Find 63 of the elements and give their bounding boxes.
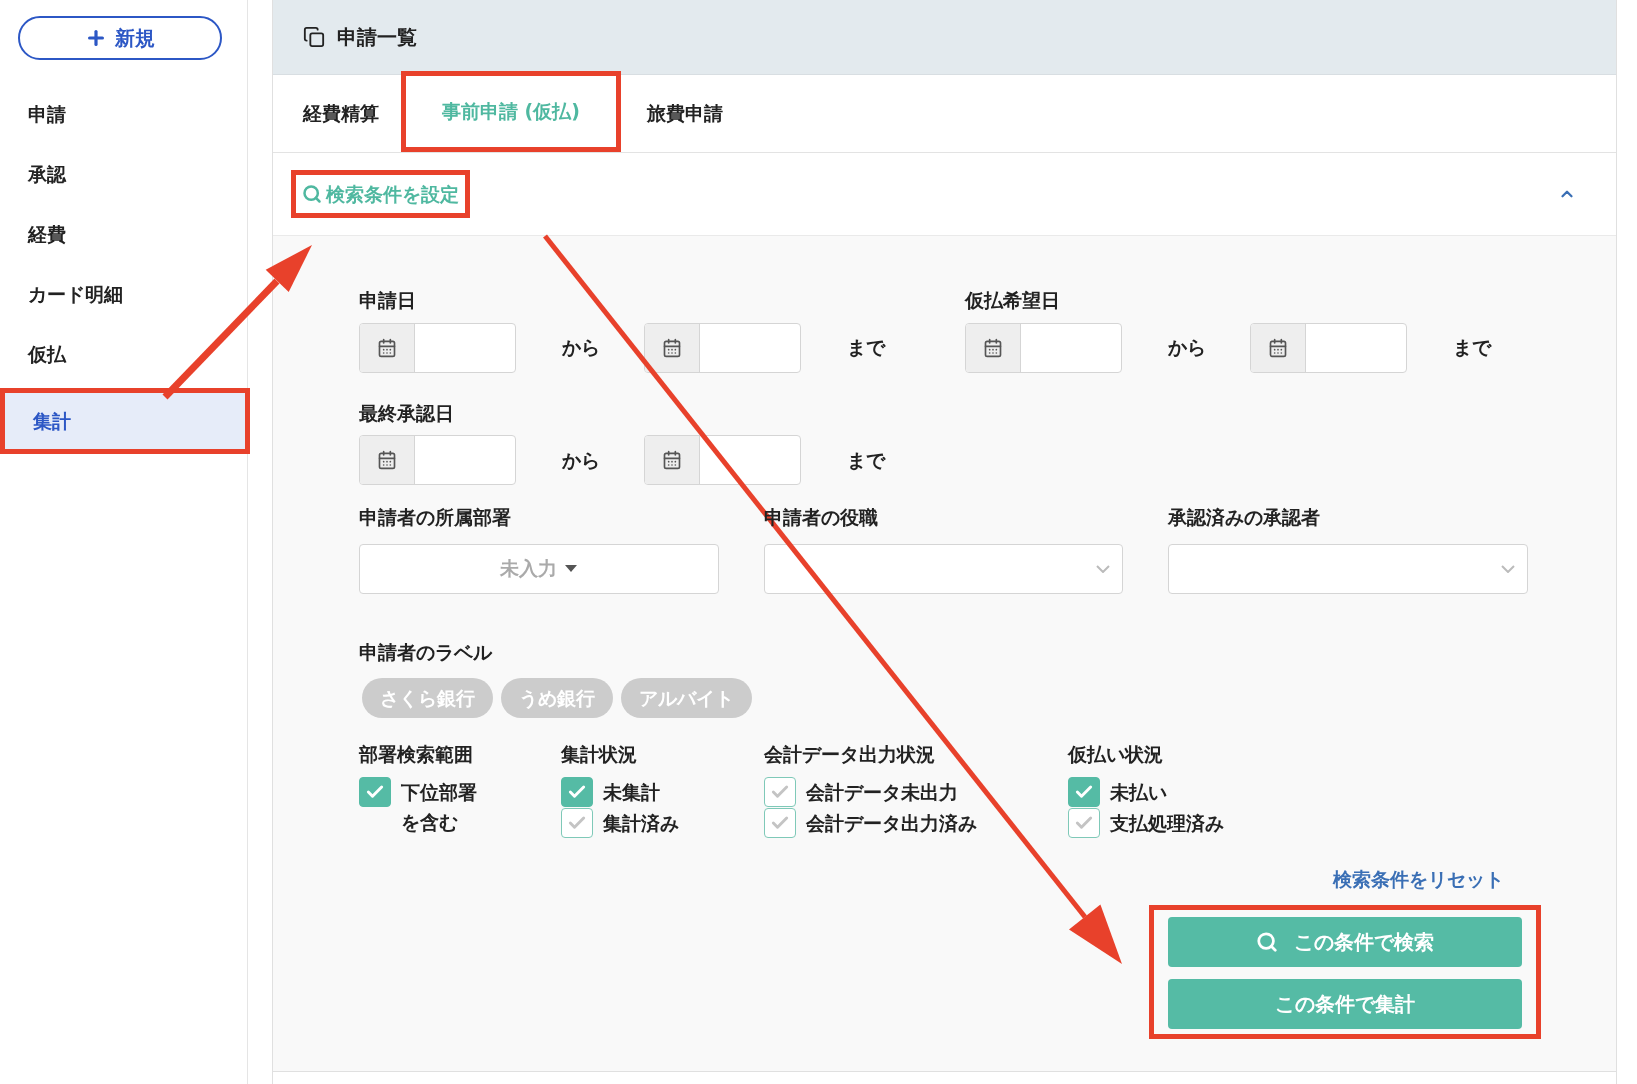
checkbox-label: 会計データ出力済み [806,810,977,836]
group-title: 部署検索範囲 [359,742,473,767]
date-input[interactable] [359,322,516,373]
calendar-icon [377,337,397,358]
reset-link[interactable]: 検索条件をリセット [1333,864,1504,893]
tab[interactable]: 旅費申請 [623,75,747,152]
calendar-icon [1268,337,1288,358]
field-label: 仮払希望日 [965,288,1060,313]
new-button[interactable]: 新規 [18,16,222,60]
calendar-icon [662,450,682,470]
nav-item[interactable]: 承認 [0,146,247,202]
date-input[interactable] [1250,322,1407,373]
checkbox[interactable] [561,777,593,807]
range-text: から [562,447,601,473]
checkbox-label: 会計データ未出力 [806,779,958,805]
field-label: 申請日 [359,288,416,313]
checkbox[interactable] [764,777,796,807]
nav-item[interactable]: 申請 [0,86,247,142]
date-input[interactable] [359,435,516,485]
checkbox[interactable] [359,776,391,807]
checkbox-label: 未集計 [603,779,660,805]
range-text: まで [1453,335,1491,361]
tab[interactable]: 経費精算 [303,75,399,152]
range-text: から [1168,335,1207,361]
group-title: 集計状況 [561,742,637,767]
checkbox-label: 支払処理済み [1110,810,1224,836]
search-icon [1256,931,1278,953]
select-field[interactable] [763,543,1124,594]
field-label: 承認済みの承認者 [1168,505,1321,530]
checkbox[interactable] [1068,808,1100,838]
group-title: 仮払い状況 [1068,742,1163,767]
date-input[interactable] [644,322,801,373]
nav-item[interactable]: 集計 [5,393,245,449]
checkbox[interactable] [561,808,593,838]
checkbox-label: 未払い [1110,779,1167,805]
checkbox[interactable] [1068,777,1100,807]
copy-icon [303,26,325,48]
field-label: 申請者のラベル [359,639,492,665]
placeholder-text: 未入力 [500,556,558,582]
range-text: まで [847,335,885,361]
nav-item[interactable]: 仮払 [0,326,247,382]
field-label: 申請者の所属部署 [359,505,511,530]
checkbox[interactable] [764,808,796,838]
field-label: 最終承認日 [359,400,454,426]
range-text: から [562,335,601,361]
calendar-icon [377,450,397,470]
nav-item[interactable]: カード明細 [0,266,247,322]
chevron-down-icon [1096,564,1111,573]
select-field[interactable] [1168,543,1528,594]
date-input[interactable] [965,322,1122,373]
caret-icon [565,565,578,572]
date-input[interactable] [644,435,801,485]
checkbox-label: 下位部署を含む [401,779,478,835]
calendar-icon [662,337,682,358]
search-icon [302,184,322,204]
calendar-icon [983,337,1003,358]
chevron-down-icon [1501,564,1515,573]
page-title: 申請一覧 [337,24,417,51]
checkbox-label: 集計済み [603,810,679,836]
group-title: 会計データ出力状況 [764,742,935,767]
range-text: まで [847,447,885,473]
nav-item[interactable]: 経費 [0,206,247,262]
plus-icon [85,27,107,49]
